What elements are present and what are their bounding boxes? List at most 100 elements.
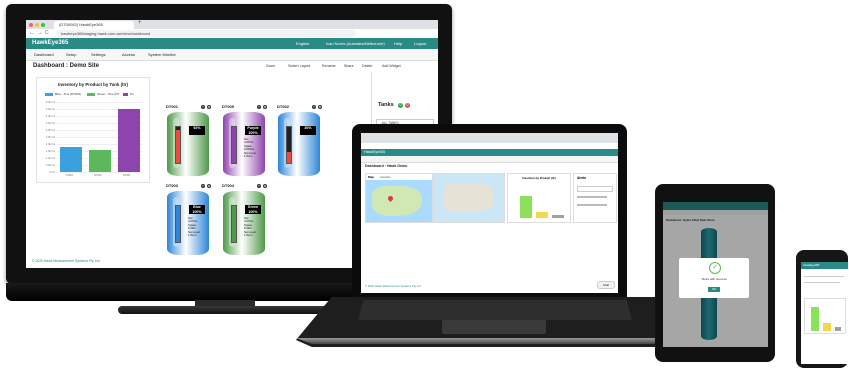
help-link[interactable]: Help bbox=[394, 38, 402, 49]
laptop-app-logo[interactable]: HawkEye365 bbox=[361, 149, 618, 156]
level-fill bbox=[176, 206, 180, 242]
laptop-footer: © 2020 Hawk Measurement Systems Pty Ltd bbox=[365, 284, 421, 288]
settings-icon[interactable]: ⚙ bbox=[263, 105, 267, 109]
tanks-alarm-badge[interactable]: 0 bbox=[405, 103, 410, 108]
chart-bar[interactable] bbox=[117, 109, 140, 172]
tablet-modal-text: Tanks with success bbox=[701, 277, 727, 281]
info-icon[interactable]: ? bbox=[201, 184, 205, 188]
settings-icon[interactable]: ⚙ bbox=[207, 184, 211, 188]
user-menu[interactable]: Ivan Norris (Australia/Melbourne) bbox=[326, 38, 385, 49]
forward-icon[interactable]: → bbox=[37, 29, 43, 38]
main-menu: Dashboard Setup Settings Access System M… bbox=[26, 49, 438, 61]
laptop-map[interactable]: Map Satellite bbox=[365, 173, 433, 223]
tank-name: DT005 bbox=[222, 104, 235, 109]
language-selector[interactable]: English bbox=[296, 38, 309, 49]
tank-name: DT004 bbox=[222, 183, 235, 188]
y-tick-label: 0 ltrs bbox=[49, 170, 55, 174]
tank-name: DT001 bbox=[166, 104, 179, 109]
satellite-tab[interactable]: Satellite bbox=[380, 174, 391, 180]
tank-percent: Blue 100% bbox=[189, 205, 205, 214]
maximize-window-icon[interactable] bbox=[41, 23, 45, 27]
url-input[interactable]: hawkeye365staging.hawk.com.au/view/dashb… bbox=[56, 30, 356, 37]
legend-purple: Pu bbox=[130, 92, 134, 96]
level-gauge bbox=[286, 126, 292, 164]
success-check-icon: ✓ bbox=[709, 262, 721, 274]
tank-vessel: 30% bbox=[278, 112, 320, 176]
laptop-map-usa[interactable] bbox=[433, 173, 505, 223]
browser-tabbar: (DT00082) HawkEye365 + bbox=[26, 20, 438, 29]
tank-name: DT002 bbox=[277, 104, 290, 109]
zoom-button[interactable]: Zoom bbox=[266, 64, 275, 68]
chart-bar[interactable] bbox=[60, 146, 83, 172]
settings-icon[interactable]: ⚙ bbox=[318, 105, 322, 109]
menu-dashboard[interactable]: Dashboard bbox=[34, 49, 54, 60]
y-tick-label: 4.0k ltrs bbox=[45, 114, 55, 118]
laptop-screen: HawkEye365 Dashboard : Hawk Demo Map Sat… bbox=[361, 133, 618, 293]
settings-icon[interactable]: ⚙ bbox=[263, 184, 267, 188]
tanks-panel-title: Tanks bbox=[378, 102, 394, 108]
info-icon[interactable]: ? bbox=[257, 105, 261, 109]
tank-card[interactable]: DT001? ⚙ 92% bbox=[165, 104, 213, 178]
tank-percent: Purple 100% bbox=[245, 126, 261, 135]
level-fill bbox=[232, 206, 236, 242]
minimize-window-icon[interactable] bbox=[35, 23, 39, 27]
info-icon[interactable]: ? bbox=[312, 105, 316, 109]
rename-button[interactable]: Rename bbox=[322, 64, 336, 68]
legend-green: Green - Tins (DT bbox=[97, 92, 120, 96]
share-button[interactable]: Share bbox=[344, 64, 354, 68]
chart-gridline bbox=[57, 172, 143, 173]
close-window-icon[interactable] bbox=[29, 23, 33, 27]
tank-card[interactable]: DT002? ⚙ 30% bbox=[276, 104, 324, 178]
browser-tab[interactable]: (DT00082) HawkEye365 bbox=[54, 21, 134, 29]
tank-card[interactable]: DT003? ⚙ Blue 100% Net 4.67ltrs Space 0.0lt… bbox=[165, 183, 213, 257]
menu-system-monitor[interactable]: System Monitor bbox=[148, 49, 176, 60]
y-tick-label: 3.0k ltrs bbox=[45, 128, 55, 132]
settings-icon[interactable]: ⚙ bbox=[207, 105, 211, 109]
level-gauge bbox=[175, 205, 181, 243]
level-gauge bbox=[175, 126, 181, 164]
reload-icon[interactable]: C bbox=[45, 29, 49, 38]
chart-bar[interactable] bbox=[89, 149, 111, 172]
x-tick-label: DT003 bbox=[65, 174, 73, 177]
phone-app-logo[interactable]: HawkEye365 bbox=[801, 262, 848, 269]
new-tab-button[interactable]: + bbox=[138, 20, 142, 26]
tank-card[interactable]: DT004? ⚙ Green 100% Net 4.67ltrs Space 0.0l… bbox=[221, 183, 269, 257]
tank-vessel: 92% bbox=[167, 112, 209, 176]
tank-percent: 92% bbox=[189, 126, 205, 135]
inventory-chart-widget: Inventory by Product by Tank (ltr) Blue … bbox=[36, 77, 150, 183]
phone-screen: HawkEye365 bbox=[801, 262, 848, 364]
chat-button[interactable]: Chat bbox=[597, 281, 615, 289]
app-header: HawkEye365 English Ivan Norris (Australi… bbox=[26, 38, 438, 49]
laptop-alerts-title: Alerts bbox=[577, 176, 587, 180]
tank-vessel: Blue 100% Net 4.67ltrs Space 0.0ltrs Net … bbox=[167, 191, 209, 255]
tablet-ok-button[interactable]: OK bbox=[708, 287, 720, 292]
tank-readings: Net 4.67ltrs Space 0.8%ltrs Net Level 1.… bbox=[244, 137, 256, 159]
y-tick-label: 1.5k ltrs bbox=[45, 149, 55, 153]
menu-access[interactable]: Access bbox=[122, 49, 135, 60]
x-tick-label: DT005 bbox=[122, 174, 131, 177]
y-tick-label: 2.0k ltrs bbox=[45, 142, 55, 146]
legend-swatch-green bbox=[87, 93, 95, 96]
menu-settings[interactable]: Settings bbox=[91, 49, 105, 60]
phone-chart bbox=[804, 298, 846, 334]
menu-setup[interactable]: Setup bbox=[66, 49, 76, 60]
map-tab[interactable]: Map bbox=[368, 174, 374, 180]
delete-button[interactable]: Delete bbox=[362, 64, 372, 68]
back-icon[interactable]: ← bbox=[29, 29, 35, 38]
switch-layout-button[interactable]: Switch Layout bbox=[288, 64, 310, 68]
app-logo[interactable]: HawkEye365 bbox=[32, 38, 68, 49]
level-fill bbox=[287, 152, 291, 163]
legend-swatch-purple bbox=[123, 93, 128, 96]
tank-readings: Net 4.67ltrs Space 0.0ltrs Net Level 1.8… bbox=[244, 216, 256, 238]
add-widget-button[interactable]: Add Widget bbox=[382, 64, 401, 68]
y-tick-label: 1.0k ltrs bbox=[45, 156, 55, 160]
tanks-ok-badge[interactable]: 0 bbox=[398, 103, 403, 108]
tank-card[interactable]: DT005? ⚙ Purple 100% Net 4.67ltrs Space 0.8… bbox=[221, 104, 269, 178]
info-icon[interactable]: ? bbox=[201, 105, 205, 109]
legend-swatch-blue bbox=[45, 93, 53, 96]
laptop-keyboard bbox=[358, 300, 632, 320]
info-icon[interactable]: ? bbox=[257, 184, 261, 188]
logout-link[interactable]: Logout bbox=[414, 38, 426, 49]
legend-blue: Blue - Tins (DT003) bbox=[55, 92, 82, 96]
y-tick-label: 4.5k ltrs bbox=[45, 107, 55, 111]
